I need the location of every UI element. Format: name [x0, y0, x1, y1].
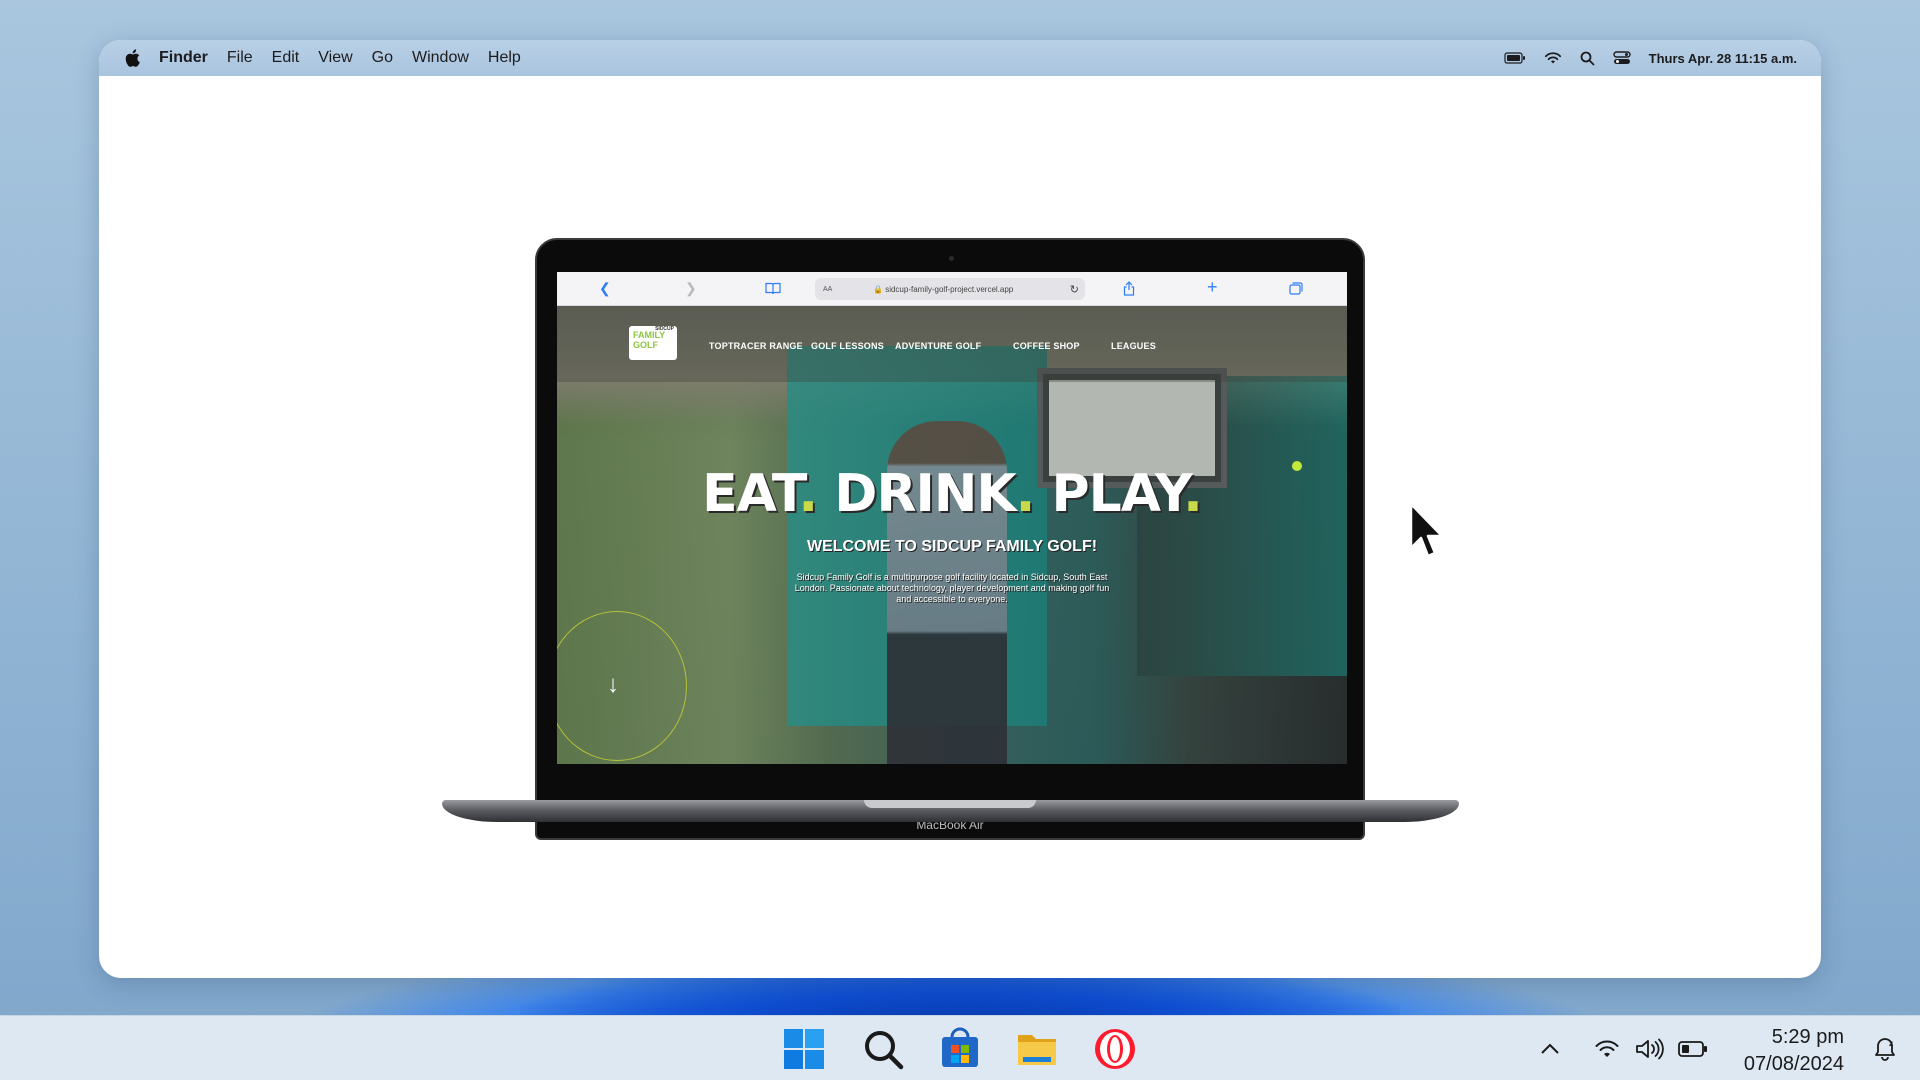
hero-subtitle: WELCOME TO SIDCUP FAMILY GOLF!	[806, 538, 1098, 555]
menu-help[interactable]: Help	[488, 49, 521, 67]
logo-small-text: SIDCUP	[655, 326, 674, 332]
menu-edit[interactable]: Edit	[272, 49, 300, 67]
menu-view[interactable]: View	[318, 49, 352, 67]
hero-title-dot-1: .	[798, 464, 818, 524]
windows-taskbar: 5:29 pm 07/08/2024 z	[0, 1015, 1920, 1080]
url-value: sidcup-family-golf-project.vercel.app	[885, 284, 1014, 294]
hero-title-drink: DRINK	[834, 464, 1016, 524]
control-center-icon[interactable]	[1612, 51, 1631, 65]
website-hero: SIDCUP FAMILY GOLF TOPTRACER RANGE GOLF …	[557, 306, 1347, 764]
back-icon[interactable]: ❮	[599, 280, 611, 297]
microsoft-store-icon[interactable]	[938, 1027, 982, 1071]
nav-toptracer-range[interactable]: TOPTRACER RANGE	[709, 341, 803, 351]
opera-browser-icon[interactable]	[1093, 1027, 1137, 1071]
hero-title-play: PLAY	[1051, 464, 1185, 524]
taskbar-date: 07/08/2024	[1743, 1053, 1844, 1075]
menubar-datetime[interactable]: Thurs Apr. 28 11:15 a.m.	[1649, 51, 1797, 66]
mac-window: Finder File Edit View Go Window Help Thu…	[99, 40, 1821, 978]
bookmarks-icon[interactable]	[765, 282, 781, 295]
file-explorer-icon[interactable]	[1015, 1027, 1059, 1071]
chevron-up-icon[interactable]	[1538, 1041, 1562, 1057]
hero-description: Sidcup Family Golf is a multipurpose gol…	[794, 572, 1110, 604]
nav-golf-lessons[interactable]: GOLF LESSONS	[811, 341, 884, 351]
wifi-icon[interactable]	[1594, 1038, 1620, 1060]
svg-text:z: z	[1889, 1039, 1893, 1048]
website-navbar: SIDCUP FAMILY GOLF TOPTRACER RANGE GOLF …	[557, 306, 1347, 382]
lock-icon: 🔒	[873, 284, 886, 294]
mac-menubar: Finder File Edit View Go Window Help Thu…	[99, 40, 1821, 76]
laptop-screen: ❮ ❯ AA 🔒 sidcup-family-golf-project.verc…	[557, 272, 1347, 764]
hero-title-dot-3: .	[1183, 464, 1203, 524]
forward-icon[interactable]: ❯	[685, 280, 697, 297]
taskbar-clock[interactable]: 5:29 pm 07/08/2024	[1744, 1024, 1844, 1078]
url-text: 🔒 sidcup-family-golf-project.vercel.app	[873, 285, 1013, 294]
notification-bell-icon[interactable]: z	[1872, 1036, 1898, 1062]
volume-icon[interactable]	[1634, 1038, 1664, 1060]
menu-go[interactable]: Go	[372, 49, 393, 67]
hero-title-eat: EAT	[702, 464, 799, 524]
tabs-overview-icon[interactable]	[1289, 282, 1303, 295]
address-bar[interactable]: AA 🔒 sidcup-family-golf-project.vercel.a…	[815, 278, 1085, 300]
windows-start-icon[interactable]	[782, 1027, 826, 1071]
system-tray	[1538, 1016, 1562, 1080]
mouse-cursor-icon	[1409, 502, 1444, 558]
website-logo[interactable]: SIDCUP FAMILY GOLF	[629, 326, 677, 360]
wifi-icon[interactable]	[1544, 51, 1562, 65]
menu-file[interactable]: File	[227, 49, 253, 67]
menu-app-name[interactable]: Finder	[159, 49, 208, 67]
arrow-down-icon[interactable]: ↓	[607, 671, 619, 699]
laptop-hinge-notch	[864, 800, 1036, 808]
laptop-camera	[949, 256, 954, 261]
battery-icon[interactable]	[1678, 1040, 1708, 1058]
search-icon[interactable]	[861, 1027, 905, 1071]
scroll-down-circle[interactable]	[557, 611, 687, 761]
menubar-status-area: Thurs Apr. 28 11:15 a.m.	[1504, 40, 1797, 76]
hero-title-dot-2: .	[1015, 464, 1036, 524]
spotlight-search-icon[interactable]	[1580, 51, 1595, 66]
taskbar-time: 5:29 pm	[1771, 1026, 1844, 1048]
laptop-base	[442, 800, 1459, 822]
logo-line2: GOLF	[633, 340, 658, 350]
nav-leagues[interactable]: LEAGUES	[1111, 341, 1156, 351]
battery-icon[interactable]	[1504, 52, 1526, 64]
hero-title: EAT. DRINK. PLAY.	[557, 464, 1347, 524]
apple-icon[interactable]	[123, 48, 141, 68]
nav-coffee-shop[interactable]: COFFEE SHOP	[1013, 341, 1080, 351]
quick-settings-tray[interactable]	[1594, 1016, 1708, 1080]
menu-window[interactable]: Window	[412, 49, 469, 67]
new-tab-icon[interactable]: +	[1207, 277, 1218, 298]
share-icon[interactable]	[1123, 281, 1135, 296]
reader-aa-button[interactable]: AA	[823, 286, 832, 293]
laptop-lid: ❮ ❯ AA 🔒 sidcup-family-golf-project.verc…	[535, 238, 1365, 840]
safari-toolbar: ❮ ❯ AA 🔒 sidcup-family-golf-project.verc…	[557, 272, 1347, 306]
reload-icon[interactable]: ↻	[1070, 283, 1079, 296]
nav-adventure-golf[interactable]: ADVENTURE GOLF	[895, 341, 981, 351]
